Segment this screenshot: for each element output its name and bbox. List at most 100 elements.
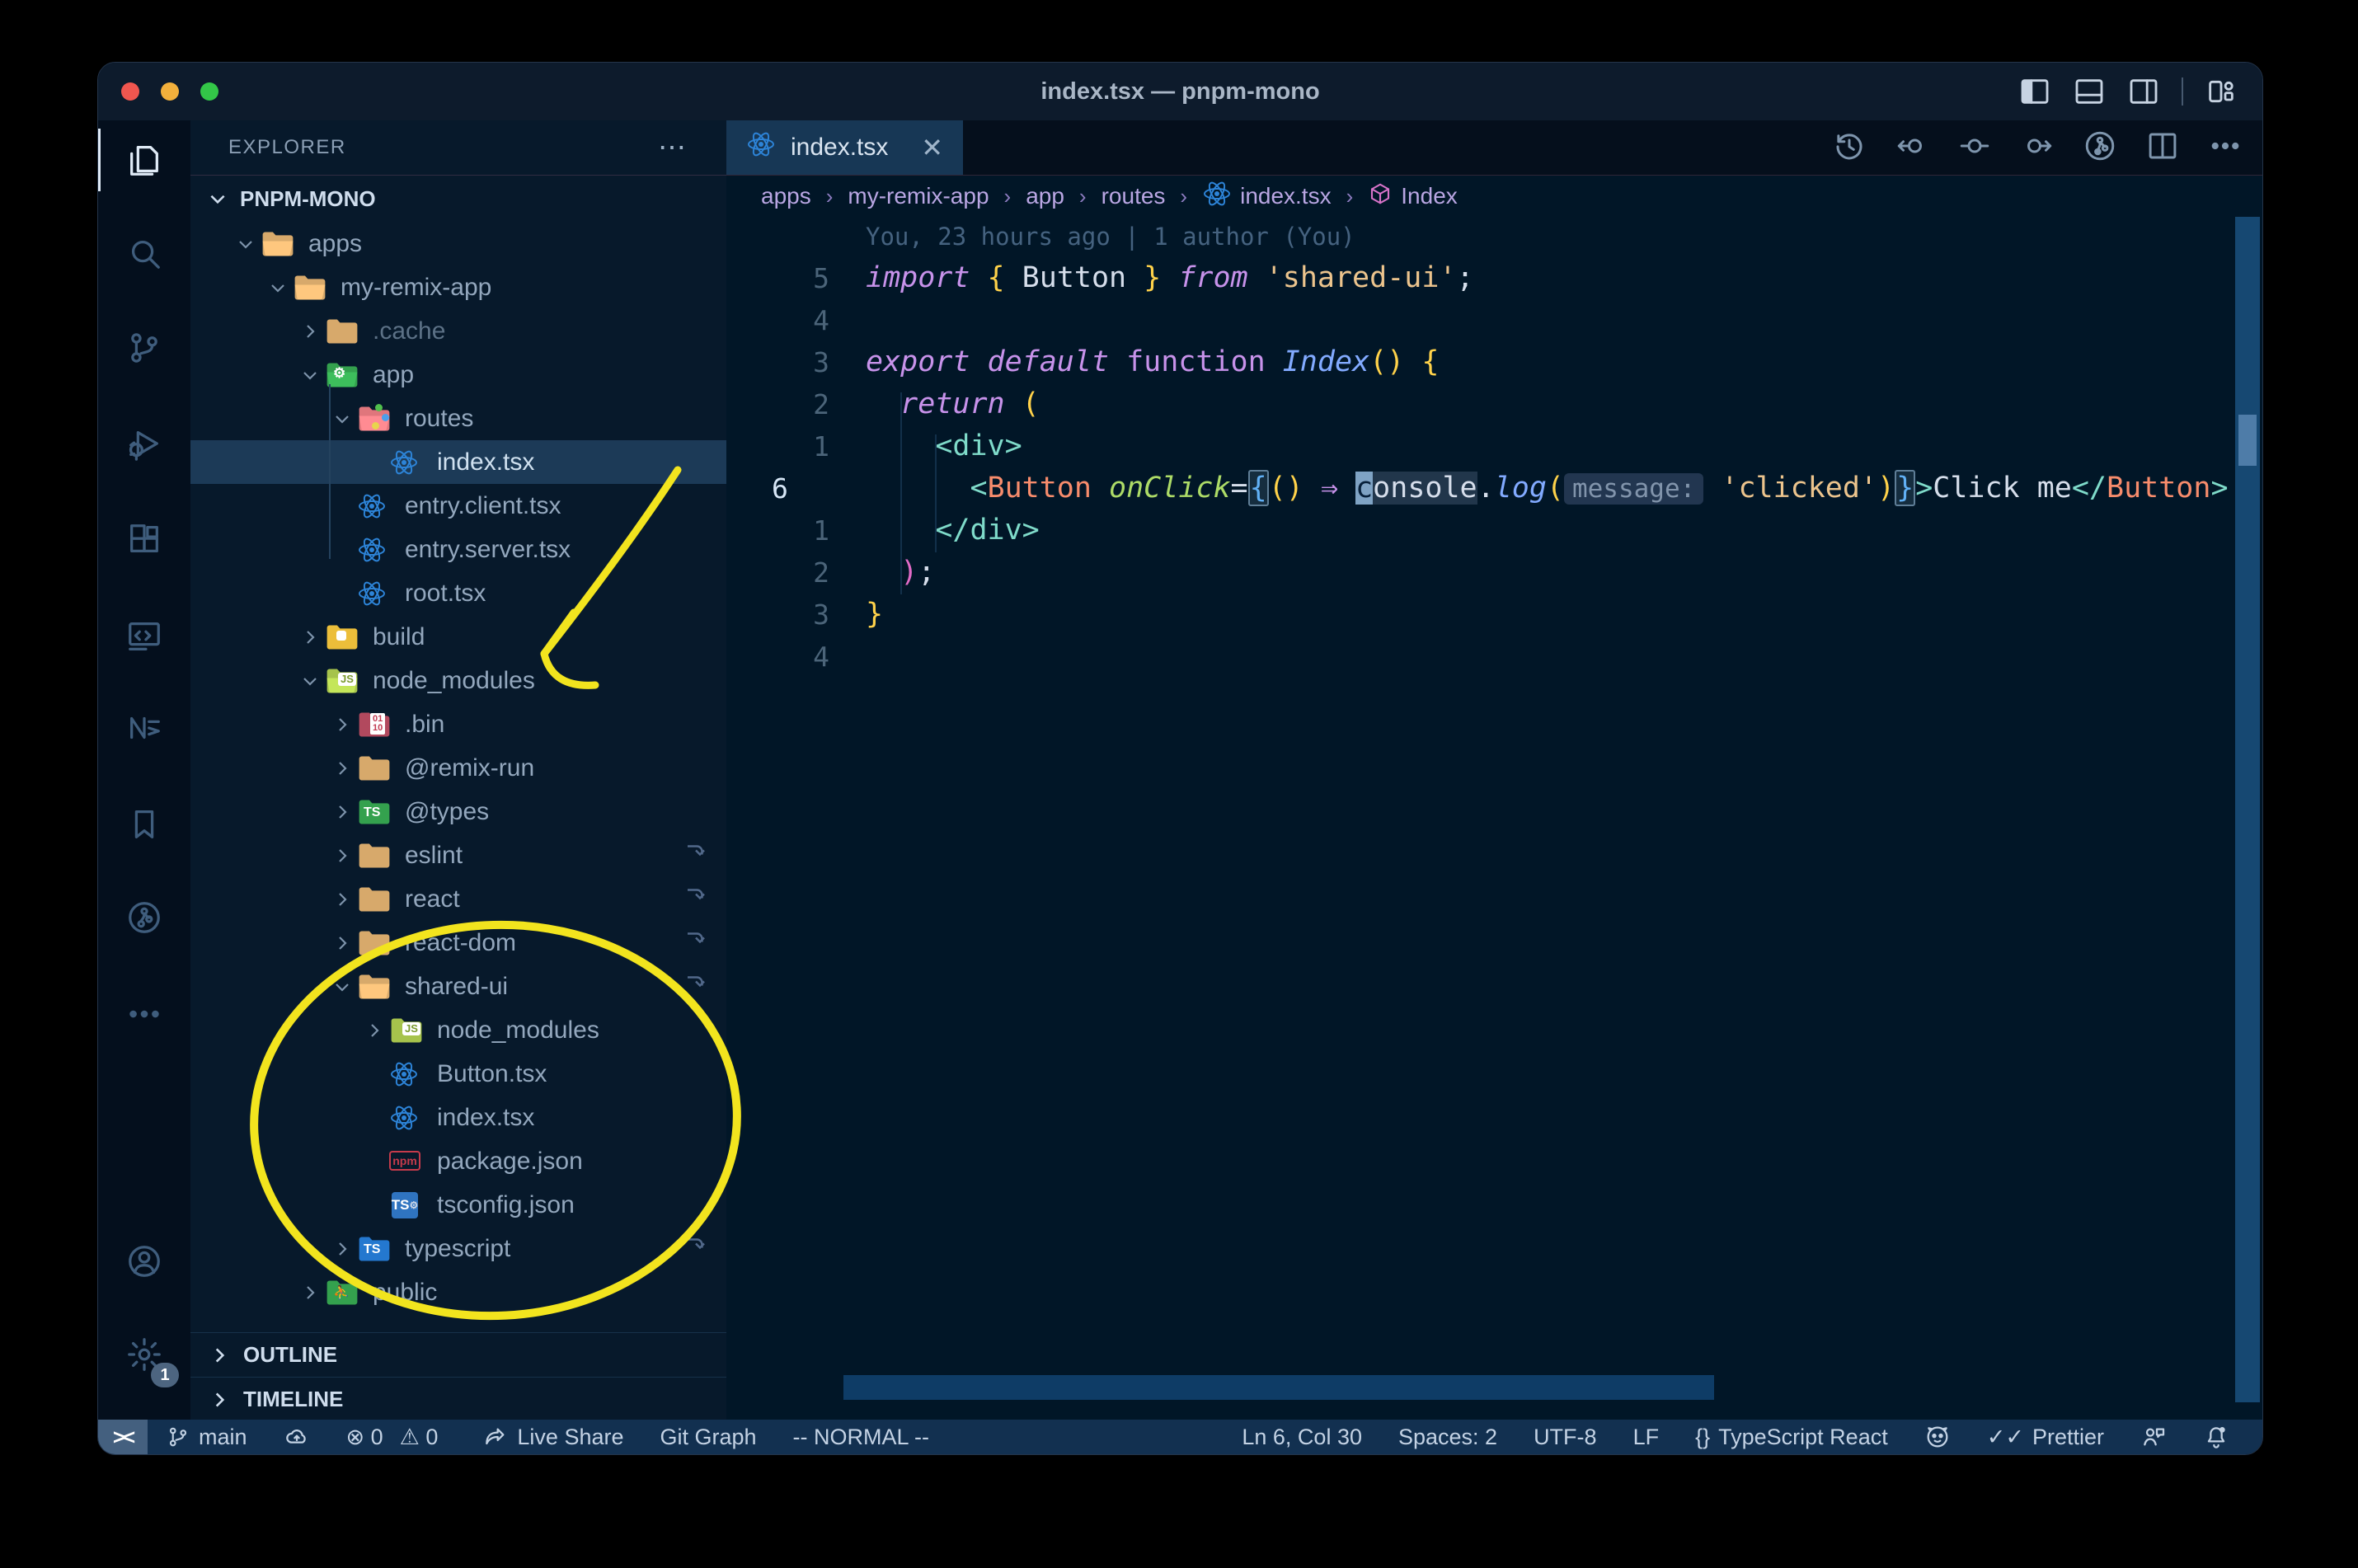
status-notifications[interactable] (2203, 1424, 2229, 1450)
code-line-current[interactable]: 6 <Button onClick={() ⇒ console.log(mess… (726, 467, 2262, 509)
line-number[interactable]: 2 (726, 383, 866, 425)
status-git-graph[interactable]: Git Graph (660, 1425, 757, 1450)
activity-bar-gitlens-icon[interactable] (98, 878, 190, 957)
status-remote-indicator[interactable]: >< (98, 1420, 148, 1454)
line-number[interactable]: 6 (726, 467, 866, 509)
split-editor-icon[interactable] (2145, 129, 2180, 167)
breadcrumb-item-routes[interactable]: routes (1101, 183, 1166, 209)
breadcrumb-item-index[interactable]: Index (1368, 181, 1458, 212)
tree-item-root-tsx[interactable]: root.tsx (190, 571, 726, 615)
tree-item-button-tsx[interactable]: Button.tsx (190, 1052, 726, 1096)
zoom-window-button[interactable] (200, 82, 218, 101)
status-git-branch[interactable]: main (166, 1425, 247, 1450)
code-line[interactable]: 4 (726, 299, 2262, 341)
layout-sidebar-left-icon[interactable] (2018, 75, 2051, 108)
breadcrumb-item-app[interactable]: app (1026, 183, 1064, 209)
line-number[interactable]: 1 (726, 425, 866, 467)
timeline-history-icon[interactable] (1832, 129, 1867, 167)
code-line[interactable]: 3} (726, 594, 2262, 636)
code-line[interactable]: 1 </div> (726, 509, 2262, 552)
code-line[interactable]: 2 ); (726, 552, 2262, 594)
line-number[interactable]: 3 (726, 594, 866, 636)
tree-item-apps[interactable]: apps (190, 222, 726, 265)
workspace-section-header[interactable]: PNPM-MONO (190, 176, 726, 222)
breadcrumb-item-my-remix-app[interactable]: my-remix-app (848, 183, 989, 209)
line-number[interactable]: 3 (726, 341, 866, 383)
code-line[interactable]: 4 (726, 636, 2262, 678)
activity-bar-explorer-icon[interactable] (98, 120, 190, 200)
tree-item-node-modules[interactable]: JS node_modules (190, 1008, 726, 1052)
tree-item-app[interactable]: ⚙ app (190, 353, 726, 397)
layout-sidebar-right-icon[interactable] (2127, 75, 2160, 108)
tree-item-react-dom[interactable]: react-dom (190, 921, 726, 965)
activity-bar-source-control-icon[interactable] (98, 308, 190, 387)
status-prettier[interactable]: ✓✓ Prettier (1987, 1425, 2104, 1450)
line-number[interactable]: 1 (726, 509, 866, 552)
timeline-section-header[interactable]: TIMELINE (190, 1377, 726, 1421)
code-line[interactable]: 2 return ( (726, 383, 2262, 425)
activity-bar-nx-console-icon[interactable] (98, 688, 190, 768)
tree-item-package-json[interactable]: npm package.json (190, 1139, 726, 1183)
status-cursor-position[interactable]: Ln 6, Col 30 (1242, 1425, 1362, 1450)
tree-item-shared-ui[interactable]: shared-ui (190, 965, 726, 1008)
gitlens-graph-icon[interactable] (2083, 129, 2117, 167)
navigate-current-icon[interactable] (1957, 129, 1992, 167)
tree-item-public[interactable]: ⛹ public (190, 1270, 726, 1314)
layout-customize-icon[interactable] (2205, 75, 2238, 108)
more-actions-icon[interactable] (2208, 129, 2243, 167)
navigate-back-icon[interactable] (1895, 129, 1929, 167)
line-number[interactable]: 2 (726, 552, 866, 594)
tab-index-tsx[interactable]: index.tsx ✕ (726, 120, 963, 175)
activity-bar-more-icon[interactable] (98, 974, 190, 1054)
code-line[interactable]: 5 import { Button } from 'shared-ui'; (726, 257, 2262, 299)
vertical-scrollbar-thumb[interactable] (2238, 415, 2257, 466)
tree-item--bin[interactable]: 01 10 .bin (190, 702, 726, 746)
status-vim-mode[interactable]: -- NORMAL -- (793, 1425, 929, 1450)
activity-bar-search-icon[interactable] (98, 214, 190, 293)
status-encoding[interactable]: UTF-8 (1534, 1425, 1597, 1450)
tree-item--types[interactable]: TS @types (190, 790, 726, 833)
vertical-scrollbar[interactable] (2235, 217, 2260, 1402)
status-feedback[interactable] (2140, 1424, 2167, 1450)
tree-item-typescript[interactable]: TS typescript (190, 1227, 726, 1270)
activity-bar-accounts-icon[interactable] (98, 1222, 190, 1301)
breadcrumb-item-apps[interactable]: apps (761, 183, 811, 209)
tree-item-build[interactable]: build (190, 615, 726, 659)
status-live-share[interactable]: Live Share (482, 1424, 624, 1450)
layout-panel-icon[interactable] (2073, 75, 2106, 108)
tree-item--cache[interactable]: .cache (190, 309, 726, 353)
tree-item-routes[interactable]: routes (190, 397, 726, 440)
outline-section-header[interactable]: OUTLINE (190, 1332, 726, 1377)
breadcrumb-item-index-tsx[interactable]: index.tsx (1202, 179, 1332, 214)
minimize-window-button[interactable] (161, 82, 179, 101)
tree-item-entry-server-tsx[interactable]: entry.server.tsx (190, 528, 726, 571)
line-number[interactable]: 4 (726, 299, 866, 341)
code-editor[interactable]: You, 23 hours ago | 1 author (You) 5 impo… (726, 217, 2262, 678)
navigate-forward-icon[interactable] (2020, 129, 2055, 167)
tree-item-react[interactable]: react (190, 877, 726, 921)
tree-item-index-tsx[interactable]: index.tsx (190, 440, 726, 484)
line-number[interactable]: 5 (726, 257, 866, 299)
tree-item-node-modules[interactable]: JS node_modules (190, 659, 726, 702)
status-language-mode[interactable]: {} TypeScript React (1695, 1425, 1888, 1450)
horizontal-scrollbar[interactable] (843, 1375, 1714, 1400)
code-line[interactable]: 3 export default function Index() { (726, 341, 2262, 383)
status-eol[interactable]: LF (1633, 1425, 1660, 1450)
line-number[interactable]: 4 (726, 636, 866, 678)
activity-bar-settings-icon[interactable]: 1 (98, 1315, 190, 1394)
tree-item-eslint[interactable]: eslint (190, 833, 726, 877)
tree-item-entry-client-tsx[interactable]: entry.client.tsx (190, 484, 726, 528)
tree-item-my-remix-app[interactable]: my-remix-app (190, 265, 726, 309)
status-problems[interactable]: ⊗ 0 ⚠ 0 (346, 1425, 447, 1450)
activity-bar-run-debug-icon[interactable] (98, 404, 190, 483)
activity-bar-remote-explorer-icon[interactable] (98, 597, 190, 676)
explorer-more-actions-icon[interactable]: ⋯ (658, 134, 688, 162)
status-indentation[interactable]: Spaces: 2 (1398, 1425, 1497, 1450)
activity-bar-extensions-icon[interactable] (98, 500, 190, 580)
status-sync-changes[interactable] (284, 1424, 310, 1450)
close-tab-icon[interactable]: ✕ (921, 132, 943, 163)
tree-item-tsconfig-json[interactable]: TS ⚙ tsconfig.json (190, 1183, 726, 1227)
tree-item-index-tsx[interactable]: index.tsx (190, 1096, 726, 1139)
code-line[interactable]: 1 <div> (726, 425, 2262, 467)
activity-bar-bookmarks-icon[interactable] (98, 785, 190, 864)
